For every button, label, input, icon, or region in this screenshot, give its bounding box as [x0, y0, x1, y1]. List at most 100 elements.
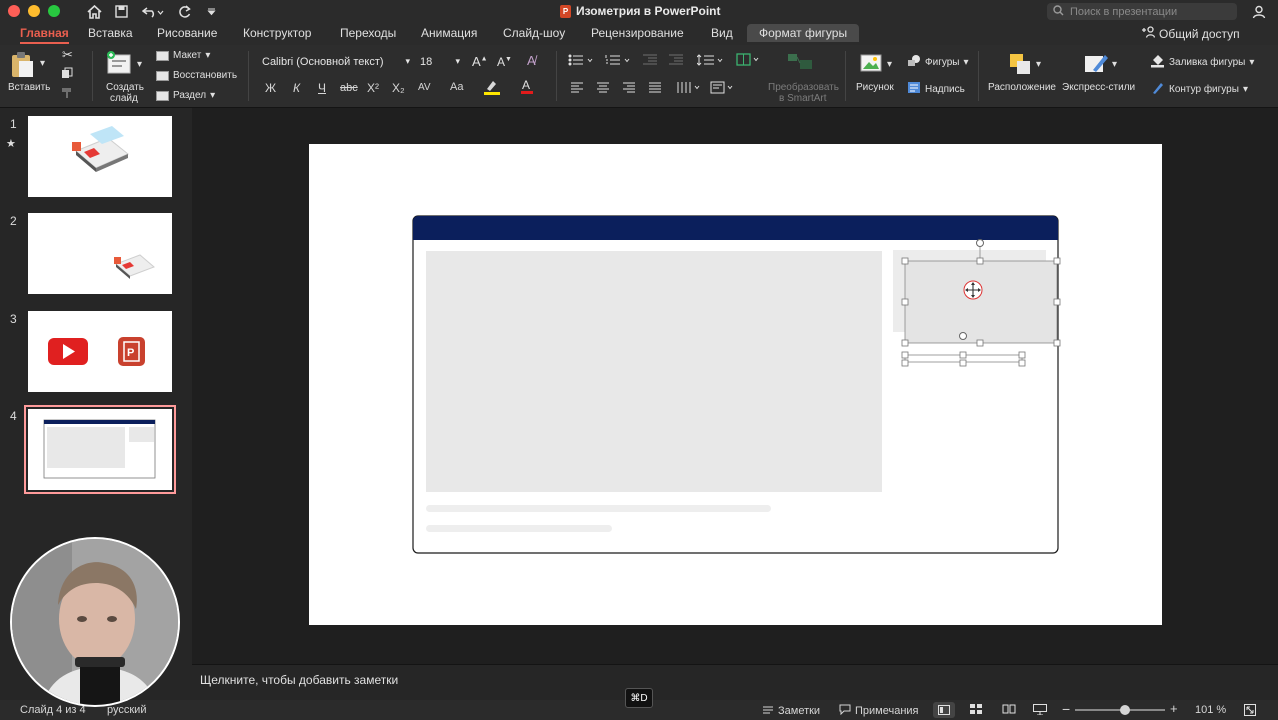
zoom-slider[interactable]: [1075, 705, 1165, 715]
numbering-icon[interactable]: [605, 54, 631, 69]
shapes-button[interactable]: Фигуры ▾: [907, 54, 969, 70]
zoom-window-button[interactable]: [48, 5, 60, 17]
tab-draw[interactable]: Рисование: [157, 26, 217, 40]
home-icon[interactable]: [85, 3, 103, 20]
undo-icon[interactable]: [140, 3, 166, 20]
picture-label[interactable]: Рисунок: [856, 82, 894, 93]
slide-canvas[interactable]: [192, 108, 1278, 664]
decrease-font-icon[interactable]: A▼: [497, 55, 512, 69]
account-icon[interactable]: [1250, 3, 1268, 20]
text-direction-icon[interactable]: [676, 81, 704, 97]
bold-button[interactable]: Ж: [265, 81, 276, 95]
picture-icon[interactable]: [860, 53, 886, 78]
language-indicator[interactable]: русский: [107, 704, 146, 716]
textbox-button[interactable]: Надпись: [907, 81, 965, 97]
clear-formatting-icon[interactable]: A̸: [527, 53, 536, 68]
increase-indent-icon[interactable]: [668, 54, 684, 69]
align-text-icon[interactable]: [710, 81, 736, 97]
underline-button[interactable]: Ч: [318, 81, 326, 95]
tab-review[interactable]: Рецензирование: [591, 26, 684, 40]
zoom-slider-thumb[interactable]: [1119, 705, 1130, 715]
slide-sorter-icon[interactable]: [970, 704, 982, 717]
paste-button[interactable]: [10, 51, 36, 82]
tab-insert[interactable]: Вставка: [88, 26, 133, 40]
strikethrough-button[interactable]: abc: [340, 82, 358, 94]
tab-shape-format[interactable]: Формат фигуры: [747, 24, 860, 42]
shapes-icon: [907, 54, 921, 70]
font-size-select[interactable]: 18 ▾: [420, 53, 462, 70]
slideshow-view-icon[interactable]: [1033, 704, 1047, 718]
shape-outline-button[interactable]: Контур фигуры ▾: [1150, 81, 1248, 98]
close-window-button[interactable]: [8, 5, 20, 17]
slide-thumbnail-2[interactable]: [28, 213, 172, 294]
quick-styles-icon[interactable]: [1083, 52, 1111, 79]
section-button[interactable]: Раздел ▾: [156, 90, 215, 101]
comments-button[interactable]: Примечания: [839, 704, 919, 718]
shape-fill-button[interactable]: Заливка фигуры ▾: [1150, 54, 1254, 71]
textbox-icon: [907, 81, 921, 97]
font-name-select[interactable]: Calibri (Основной текст) ▾: [262, 53, 412, 70]
align-left-icon[interactable]: [570, 82, 584, 96]
increase-font-icon[interactable]: A▲: [472, 54, 488, 69]
selected-shape: [904, 260, 1058, 344]
reset-button[interactable]: Восстановить: [156, 70, 237, 81]
zoom-out-button[interactable]: −: [1062, 701, 1070, 717]
redo-icon[interactable]: [176, 3, 192, 20]
smartart-icon[interactable]: [786, 51, 814, 74]
search-box[interactable]: Поиск в презентации: [1047, 3, 1237, 20]
tab-view[interactable]: Вид: [711, 26, 733, 40]
normal-view-icon[interactable]: [933, 702, 955, 718]
reading-view-icon[interactable]: [1002, 704, 1016, 717]
slide-thumbnail-3[interactable]: P: [28, 311, 172, 392]
tab-design[interactable]: Конструктор: [243, 26, 311, 40]
tab-animations[interactable]: Анимация: [421, 26, 477, 40]
quick-styles-dropdown-icon[interactable]: ▾: [1112, 59, 1117, 70]
cut-icon[interactable]: ✂: [62, 47, 73, 63]
arrange-dropdown-icon[interactable]: ▾: [1036, 59, 1041, 70]
minimize-window-button[interactable]: [28, 5, 40, 17]
tab-transitions[interactable]: Переходы: [340, 26, 396, 40]
notes-pane[interactable]: Щелкните, чтобы добавить заметки: [192, 664, 1278, 700]
paste-dropdown-icon[interactable]: ▾: [40, 58, 45, 69]
layout-label: Макет: [173, 50, 202, 61]
superscript-button[interactable]: X²: [367, 81, 379, 95]
notes-toggle-button[interactable]: Заметки: [762, 704, 820, 717]
zoom-in-button[interactable]: +: [1170, 701, 1178, 716]
copy-icon[interactable]: [61, 67, 73, 82]
character-spacing-button[interactable]: AV: [418, 82, 431, 93]
main-placeholder: [426, 251, 882, 492]
slide[interactable]: [309, 144, 1162, 625]
quick-styles-label[interactable]: Экспресс-стили: [1062, 82, 1135, 93]
line-spacing-icon[interactable]: [696, 54, 725, 69]
arrange-label[interactable]: Расположение: [988, 82, 1056, 93]
share-button[interactable]: Общий доступ: [1142, 26, 1240, 41]
zoom-level[interactable]: 101 %: [1195, 704, 1226, 716]
font-color-icon[interactable]: A: [520, 78, 534, 98]
decrease-indent-icon[interactable]: [642, 54, 658, 69]
tab-home[interactable]: Главная: [20, 26, 69, 44]
slide-thumbnail-1[interactable]: [28, 116, 172, 197]
subscript-button[interactable]: X₂: [392, 81, 405, 95]
picture-dropdown-icon[interactable]: ▾: [887, 59, 892, 70]
italic-button[interactable]: К: [293, 81, 300, 95]
change-case-button[interactable]: Aa: [450, 81, 463, 93]
columns-icon[interactable]: [736, 53, 760, 69]
highlight-icon[interactable]: [483, 79, 501, 99]
new-slide-dropdown-icon[interactable]: ▾: [137, 59, 142, 70]
align-right-icon[interactable]: [622, 82, 636, 96]
new-slide-icon[interactable]: [106, 50, 134, 79]
fit-to-window-icon[interactable]: [1244, 704, 1256, 719]
tab-slideshow[interactable]: Слайд-шоу: [503, 26, 565, 40]
format-painter-icon[interactable]: [61, 87, 73, 102]
arrange-icon[interactable]: [1008, 52, 1034, 79]
customize-toolbar-icon[interactable]: [205, 3, 217, 20]
slide-thumbnail-4[interactable]: [24, 405, 176, 494]
slide-number: 3: [10, 312, 17, 326]
bullets-icon[interactable]: [568, 54, 594, 69]
justify-icon[interactable]: [648, 82, 662, 96]
align-center-icon[interactable]: [596, 82, 610, 96]
notes-placeholder[interactable]: Щелкните, чтобы добавить заметки: [200, 673, 398, 687]
save-icon[interactable]: [112, 3, 130, 20]
layout-button[interactable]: Макет ▾: [156, 50, 210, 61]
reset-label: Восстановить: [173, 70, 238, 81]
